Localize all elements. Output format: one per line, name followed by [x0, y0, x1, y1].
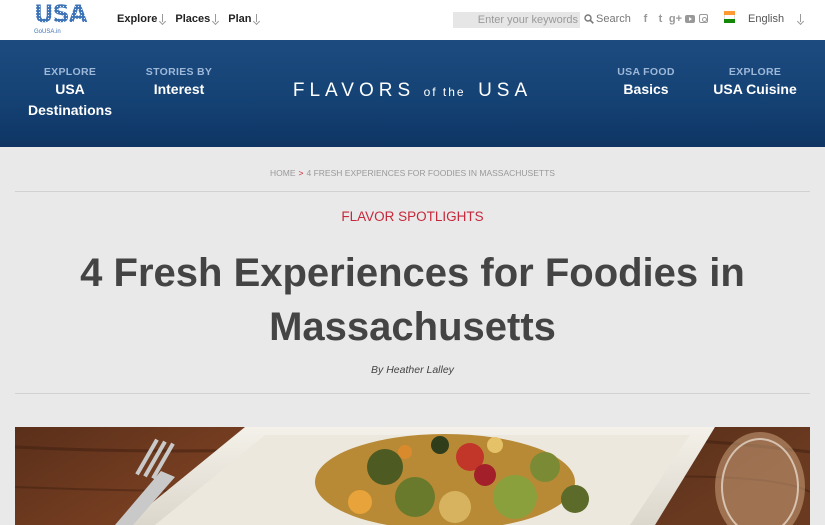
arrow-down-icon: [212, 14, 219, 24]
banner-nav-title-line: Basics: [623, 81, 669, 97]
arrow-down-icon: [253, 14, 260, 24]
banner-title-flavors: FLAVORS: [292, 80, 416, 101]
logo-wordmark: USA: [34, 0, 87, 28]
food-plate-illustration: [15, 427, 810, 525]
banner-nav-stories-interest[interactable]: STORIES BY Interest: [140, 66, 218, 99]
nav-plan-label: Plan: [228, 13, 252, 25]
breadcrumb: HOME >4 FRESH EXPERIENCES FOR FOODIES IN …: [0, 168, 825, 178]
search-input[interactable]: [453, 12, 580, 28]
article-title: 4 Fresh Experiences for Foodies in Massa…: [80, 251, 745, 349]
flag-stripe-green: [724, 19, 735, 23]
banner-title-usa: USA: [478, 80, 533, 101]
nav-explore-label: Explore: [117, 13, 158, 25]
hero-food-photo: [15, 427, 810, 525]
breadcrumb-home-link[interactable]: HOME: [270, 168, 296, 178]
nav-places[interactable]: Places: [175, 13, 219, 25]
banner-title-of-the: of the: [423, 85, 466, 99]
search-icon: [584, 14, 594, 24]
youtube-icon[interactable]: [685, 15, 695, 23]
divider: [15, 393, 810, 394]
top-nav: Explore Places Plan: [117, 13, 260, 25]
banner-nav-title-line: USA: [55, 81, 85, 97]
banner-nav-title-line: Interest: [153, 81, 205, 97]
banner-nav-explore-cuisine[interactable]: EXPLORE USA Cuisine: [705, 66, 805, 99]
flavors-banner: EXPLORE USA Destinations STORIES BY Inte…: [0, 40, 825, 147]
nav-explore[interactable]: Explore: [117, 13, 166, 25]
language-selector[interactable]: English: [748, 13, 784, 25]
banner-nav-explore-destinations[interactable]: EXPLORE USA Destinations: [22, 66, 118, 120]
gousa-logo[interactable]: USA GoUSA.in: [32, 0, 88, 38]
twitter-icon[interactable]: t: [655, 13, 666, 25]
article-category-link[interactable]: FLAVOR SPOTLIGHTS: [0, 209, 825, 224]
instagram-icon[interactable]: [699, 14, 708, 23]
search-button[interactable]: Search: [584, 13, 631, 25]
arrow-down-icon: [159, 14, 166, 24]
breadcrumb-separator: >: [298, 168, 304, 178]
divider: [15, 191, 810, 192]
logo-subtext: GoUSA.in: [34, 29, 61, 35]
banner-nav-title-line: USA Cuisine: [713, 81, 797, 97]
google-plus-icon[interactable]: g+: [669, 13, 682, 25]
article-byline: By Heather Lalley: [371, 364, 454, 376]
banner-nav-kicker: EXPLORE: [728, 66, 782, 78]
facebook-icon[interactable]: f: [640, 13, 651, 25]
banner-nav-kicker: USA FOOD: [617, 66, 675, 78]
nav-plan[interactable]: Plan: [228, 13, 260, 25]
banner-title[interactable]: FLAVORS of the USA: [260, 80, 565, 102]
banner-nav-kicker: EXPLORE: [43, 66, 97, 78]
language-arrow-down-icon[interactable]: [797, 14, 804, 24]
banner-nav-kicker: STORIES BY: [145, 66, 213, 78]
banner-nav-title-line: Destinations: [27, 102, 112, 118]
india-flag-icon: [724, 11, 735, 23]
top-bar: USA GoUSA.in Explore Places Plan Search …: [0, 0, 825, 40]
nav-places-label: Places: [175, 13, 211, 25]
social-links: f t g+: [640, 13, 708, 25]
search-button-label: Search: [596, 13, 631, 25]
banner-nav-food-basics[interactable]: USA FOOD Basics: [605, 66, 687, 99]
breadcrumb-current: 4 FRESH EXPERIENCES FOR FOODIES IN MASSA…: [306, 168, 555, 178]
